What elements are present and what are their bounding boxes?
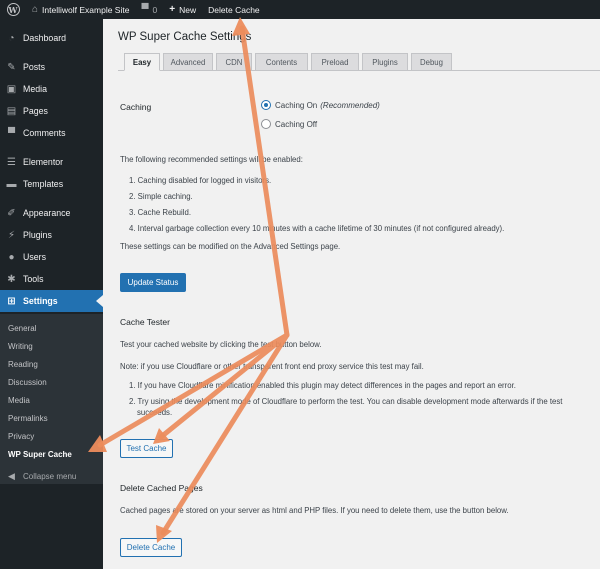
pages-icon: ▤ (6, 105, 17, 117)
cache-tester-intro: Test your cached website by clicking the… (120, 340, 322, 349)
admin-sidebar: ◔ Dashboard ✎ Posts ▣ Media ▤ Pages ▀ Co… (0, 19, 103, 569)
sidebar-item-label: Appearance (23, 208, 71, 218)
page-title: WP Super Cache Settings (118, 31, 252, 43)
cache-tester-item-2-cont: succeeds. (137, 408, 173, 417)
submenu-item-permalinks[interactable]: Permalinks (8, 414, 48, 423)
tab-cdn[interactable]: CDN (216, 53, 252, 71)
caching-label: Caching (120, 102, 152, 112)
sidebar-item-elementor[interactable]: ☰ Elementor (0, 151, 103, 173)
wrench-icon: ✱ (7, 273, 16, 285)
user-icon: ● (8, 251, 15, 263)
sidebar-item-label: Settings (23, 296, 58, 306)
comments-link[interactable]: ▀ 0 (135, 0, 163, 19)
tab-debug[interactable]: Debug (411, 53, 452, 71)
sidebar-item-label: Comments (23, 128, 66, 138)
test-cache-button[interactable]: Test Cache (120, 439, 173, 458)
plus-icon: + (169, 3, 176, 15)
wordpress-logo[interactable]: W (0, 0, 26, 19)
wordpress-icon: W (6, 3, 20, 16)
settings-submenu: General Writing Reading Discussion Media… (0, 314, 103, 484)
cache-tester-item-1: 1. If you have Cloudflare minification e… (129, 381, 516, 390)
submenu-item-reading[interactable]: Reading (8, 360, 38, 369)
sidebar-item-label: Tools (23, 274, 44, 284)
caching-on-label: Caching On (275, 100, 318, 110)
sidebar-item-media[interactable]: ▣ Media (0, 78, 103, 100)
sidebar-item-comments[interactable]: ▀ Comments (0, 122, 103, 144)
submenu-item-wp-super-cache[interactable]: WP Super Cache (8, 450, 72, 459)
recommended-intro: The following recommended settings will … (120, 155, 303, 164)
settings-tabs: Easy Advanced CDN Contents Preload Plugi… (118, 53, 600, 71)
pin-icon: ✎ (7, 61, 16, 73)
submenu-item-discussion[interactable]: Discussion (8, 378, 47, 387)
plug-icon: ⚡ (7, 229, 16, 241)
caching-off-label: Caching Off (275, 119, 318, 129)
current-menu-arrow (96, 295, 103, 307)
sidebar-item-label: Plugins (23, 230, 52, 240)
tab-plugins[interactable]: Plugins (362, 53, 408, 71)
recommended-item-1: 1. Caching disabled for logged in visito… (129, 176, 272, 185)
sidebar-item-posts[interactable]: ✎ Posts (0, 56, 103, 78)
dashboard-icon: ◔ (8, 32, 15, 44)
cache-tester-heading: Cache Tester (120, 317, 170, 327)
recommended-item-3: 3. Cache Rebuild. (129, 208, 191, 217)
sidebar-item-appearance[interactable]: ✐ Appearance (0, 202, 103, 224)
tab-easy[interactable]: Easy (124, 53, 160, 71)
cache-tester-note: Note: if you use Cloudflare or other tra… (120, 362, 424, 371)
home-icon: ⌂ (32, 3, 39, 15)
folder-icon: ▬ (6, 178, 17, 190)
sidebar-item-plugins[interactable]: ⚡ Plugins (0, 224, 103, 246)
sidebar-item-label: Elementor (23, 157, 64, 167)
new-content-link[interactable]: + New (163, 0, 202, 19)
sidebar-item-label: Templates (23, 179, 64, 189)
recommended-item-4: 4. Interval garbage collection every 10 … (129, 224, 505, 233)
caching-off-radio[interactable] (261, 119, 271, 129)
update-status-button[interactable]: Update Status (120, 273, 186, 292)
advanced-note: These settings can be modified on the Ad… (120, 242, 341, 251)
sidebar-item-label: Dashboard (23, 33, 67, 43)
new-label: New (179, 4, 197, 15)
sidebar-item-tools[interactable]: ✱ Tools (0, 268, 103, 290)
sidebar-item-dashboard[interactable]: ◔ Dashboard (0, 27, 103, 49)
caching-on-option[interactable]: Caching On (Recommended) (261, 100, 380, 110)
comment-icon: ▀ (141, 3, 149, 15)
elementor-icon: ☰ (7, 156, 16, 168)
admin-bar: W ⌂ Intelliwolf Example Site ▀ 0 + New D… (0, 0, 600, 19)
collapse-menu-button[interactable]: ◀ Collapse menu (0, 471, 76, 482)
site-name: Intelliwolf Example Site (42, 4, 130, 15)
recommended-item-2: 2. Simple caching. (129, 192, 193, 201)
adminbar-delete-cache-link[interactable]: Delete Cache (202, 0, 266, 19)
collapse-menu-label: Collapse menu (23, 472, 77, 481)
submenu-item-general[interactable]: General (8, 324, 36, 333)
caching-on-radio[interactable] (261, 100, 271, 110)
delete-cached-pages-heading: Delete Cached Pages (120, 483, 203, 493)
brush-icon: ✐ (7, 207, 16, 219)
site-name-link[interactable]: ⌂ Intelliwolf Example Site (26, 0, 135, 19)
media-icon: ▣ (6, 83, 17, 95)
sidebar-item-label: Pages (23, 106, 48, 116)
delete-cache-label: Delete Cache (208, 4, 260, 15)
sidebar-item-settings[interactable]: ⊞ Settings (0, 290, 103, 312)
sidebar-item-label: Media (23, 84, 47, 94)
tab-contents[interactable]: Contents (255, 53, 308, 71)
sidebar-item-pages[interactable]: ▤ Pages (0, 100, 103, 122)
sidebar-item-templates[interactable]: ▬ Templates (0, 173, 103, 195)
collapse-icon: ◀ (8, 471, 15, 481)
sidebar-item-label: Posts (23, 62, 46, 72)
main-content: WP Super Cache Settings Easy Advanced CD… (103, 19, 600, 569)
tab-preload[interactable]: Preload (311, 53, 359, 71)
comment-icon: ▀ (7, 127, 16, 139)
submenu-item-privacy[interactable]: Privacy (8, 432, 34, 441)
sidebar-item-label: Users (23, 252, 46, 262)
tab-advanced[interactable]: Advanced (163, 53, 213, 71)
submenu-item-media[interactable]: Media (8, 396, 30, 405)
submenu-item-writing[interactable]: Writing (8, 342, 33, 351)
caching-off-option[interactable]: Caching Off (261, 119, 317, 129)
delete-cache-button[interactable]: Delete Cache (120, 538, 182, 557)
comments-count: 0 (152, 4, 158, 15)
sidebar-item-users[interactable]: ● Users (0, 246, 103, 268)
settings-icon: ⊞ (7, 295, 16, 307)
caching-on-note: (Recommended) (320, 100, 380, 110)
cache-tester-item-2: 2. Try using the development mode of Clo… (129, 397, 563, 406)
delete-cached-pages-text: Cached pages are stored on your server a… (120, 506, 509, 515)
